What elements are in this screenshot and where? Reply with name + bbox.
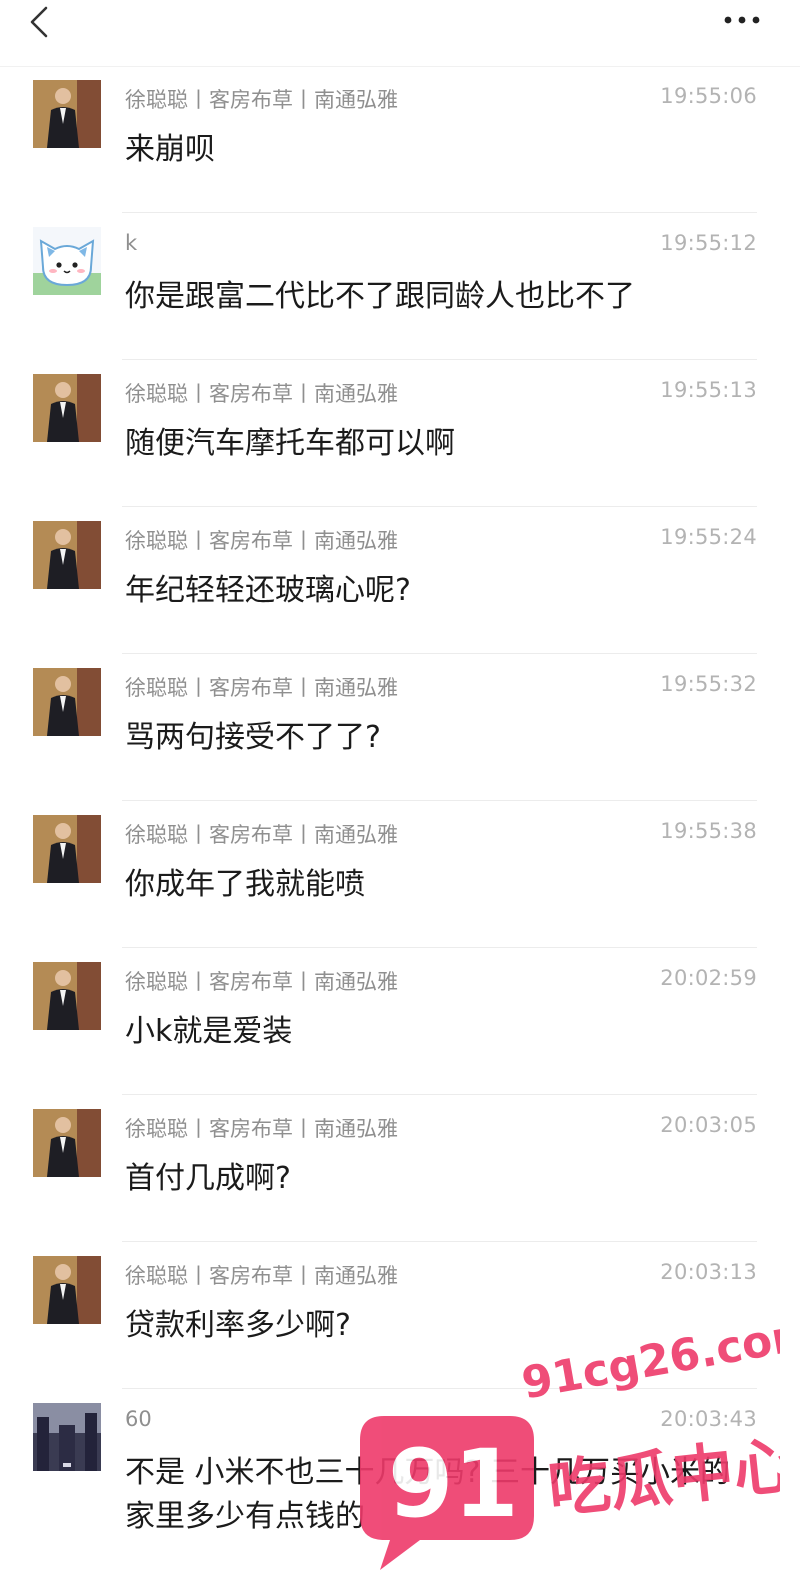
person-in-suit-avatar-icon	[33, 80, 101, 148]
person-in-suit-avatar-icon	[33, 521, 101, 589]
avatar[interactable]	[33, 1256, 101, 1324]
person-in-suit-avatar-icon	[33, 815, 101, 883]
avatar[interactable]	[33, 374, 101, 442]
list-item[interactable]: 徐聪聪丨客房布草丨南通弘雅 19:55:13 随便汽车摩托车都可以啊	[0, 360, 800, 507]
sender-name: k	[125, 231, 138, 255]
sender-name: 徐聪聪丨客房布草丨南通弘雅	[125, 1264, 398, 1288]
avatar[interactable]	[33, 227, 101, 295]
sender-name: 徐聪聪丨客房布草丨南通弘雅	[125, 823, 398, 847]
avatar[interactable]	[33, 962, 101, 1030]
avatar[interactable]	[33, 815, 101, 883]
sender-name: 徐聪聪丨客房布草丨南通弘雅	[125, 529, 398, 553]
avatar[interactable]	[33, 1109, 101, 1177]
more-options-button[interactable]	[720, 6, 764, 34]
message-time: 19:55:24	[660, 525, 757, 549]
person-in-suit-avatar-icon	[33, 1109, 101, 1177]
list-item[interactable]: 徐聪聪丨客房布草丨南通弘雅 19:55:24 年纪轻轻还玻璃心呢?	[0, 507, 800, 654]
cat-cartoon-avatar-icon	[33, 227, 101, 295]
sender-name: 徐聪聪丨客房布草丨南通弘雅	[125, 382, 398, 406]
person-in-suit-avatar-icon	[33, 1256, 101, 1324]
message-text: 你成年了我就能喷	[125, 867, 365, 902]
message-time: 19:55:38	[660, 819, 757, 843]
list-item[interactable]: k 19:55:12 你是跟富二代比不了跟同龄人也比不了	[0, 213, 800, 360]
message-text: 首付几成啊?	[125, 1161, 291, 1196]
sender-name: 徐聪聪丨客房布草丨南通弘雅	[125, 88, 398, 112]
message-text: 不是 小米不也三十几万吗? 三十几万买小米的 家里多少有点钱的	[125, 1455, 730, 1534]
avatar[interactable]	[33, 80, 101, 148]
message-text: 随便汽车摩托车都可以啊	[125, 426, 455, 461]
message-text: 来崩呗	[125, 132, 215, 167]
top-nav-bar	[0, 0, 800, 67]
sender-name: 徐聪聪丨客房布草丨南通弘雅	[125, 1117, 398, 1141]
person-in-suit-avatar-icon	[33, 668, 101, 736]
message-time: 19:55:06	[660, 84, 757, 108]
list-item[interactable]: 徐聪聪丨客房布草丨南通弘雅 19:55:06 来崩呗	[0, 66, 800, 213]
message-time: 19:55:32	[660, 672, 757, 696]
message-time: 20:02:59	[660, 966, 757, 990]
message-list: 徐聪聪丨客房布草丨南通弘雅 19:55:06 来崩呗 k 19:55:12 你是…	[0, 66, 800, 1589]
message-time: 19:55:13	[660, 378, 757, 402]
avatar[interactable]	[33, 521, 101, 589]
city-street-avatar-icon	[33, 1403, 101, 1471]
message-time: 20:03:05	[660, 1113, 757, 1137]
list-item[interactable]: 徐聪聪丨客房布草丨南通弘雅 20:02:59 小k就是爱装	[0, 948, 800, 1095]
message-time: 20:03:13	[660, 1260, 757, 1284]
avatar[interactable]	[33, 668, 101, 736]
person-in-suit-avatar-icon	[33, 962, 101, 1030]
message-text: 小k就是爱装	[125, 1014, 293, 1049]
list-item[interactable]: 徐聪聪丨客房布草丨南通弘雅 20:03:05 首付几成啊?	[0, 1095, 800, 1242]
list-item[interactable]: 60 20:03:43 不是 小米不也三十几万吗? 三十几万买小米的 家里多少有…	[0, 1389, 800, 1589]
message-text: 你是跟富二代比不了跟同龄人也比不了	[125, 279, 635, 314]
avatar[interactable]	[33, 1403, 101, 1471]
sender-name: 60	[125, 1407, 152, 1431]
message-time: 19:55:12	[660, 231, 757, 255]
list-item[interactable]: 徐聪聪丨客房布草丨南通弘雅 19:55:32 骂两句接受不了了?	[0, 654, 800, 801]
message-text: 贷款利率多少啊?	[125, 1308, 351, 1343]
message-time: 20:03:43	[660, 1407, 757, 1431]
list-item[interactable]: 徐聪聪丨客房布草丨南通弘雅 20:03:13 贷款利率多少啊?	[0, 1242, 800, 1389]
sender-name: 徐聪聪丨客房布草丨南通弘雅	[125, 970, 398, 994]
back-button[interactable]	[22, 4, 58, 40]
ellipsis-horizontal-icon	[724, 16, 760, 24]
chevron-left-icon	[30, 6, 48, 38]
list-item[interactable]: 徐聪聪丨客房布草丨南通弘雅 19:55:38 你成年了我就能喷	[0, 801, 800, 948]
message-text: 骂两句接受不了了?	[125, 720, 381, 755]
sender-name: 徐聪聪丨客房布草丨南通弘雅	[125, 676, 398, 700]
person-in-suit-avatar-icon	[33, 374, 101, 442]
message-text: 年纪轻轻还玻璃心呢?	[125, 573, 411, 608]
